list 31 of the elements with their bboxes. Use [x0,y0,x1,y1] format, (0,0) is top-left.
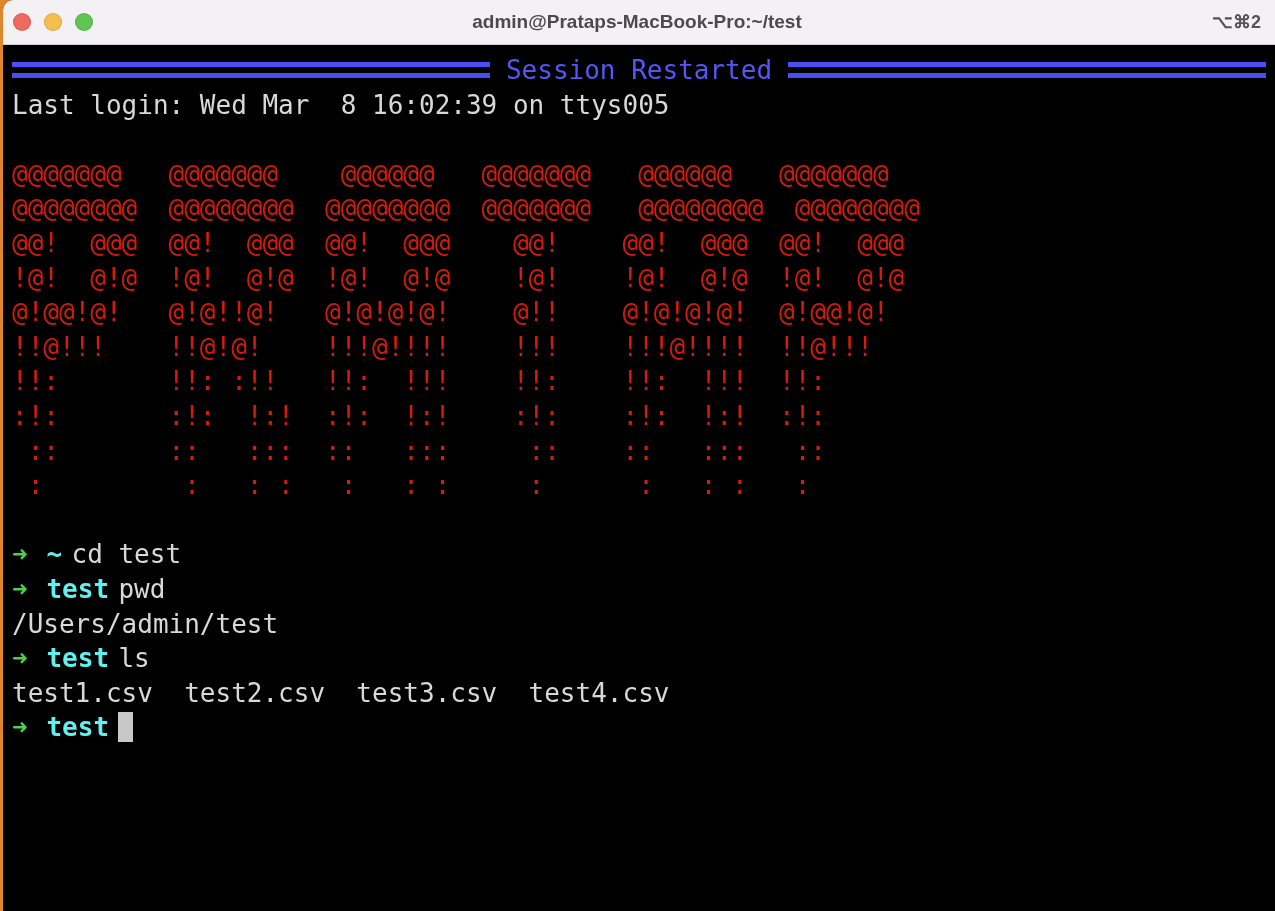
ascii-art-line: !!: !!: :!! !!: !!! !!: !!: !!! !!: [12,366,826,397]
login-text: Last login: Wed Mar 8 16:02:39 on ttys005 [12,89,670,120]
ascii-art-line: @@@@@@@@ @@@@@@@@ @@@@@@@@ @@@@@@@ @@@@@@@@ @@@@@@@@ [12,193,920,224]
close-button[interactable] [13,13,31,31]
zoom-button[interactable] [75,13,93,31]
output-text: /Users/admin/test [12,608,279,639]
minimize-button[interactable] [44,13,62,31]
command-text: ls [118,643,150,674]
ascii-art-line: @@@@@@@ @@@@@@@ @@@@@@ @@@@@@@ @@@@@@ @@@@@@@ [12,158,889,189]
banner-text: Session Restarted [505,54,773,87]
prompt-directory: test [46,712,110,743]
text-cursor [118,712,134,743]
prompt-arrow: ➜ [12,643,28,674]
prompt-arrow: ➜ [12,712,28,743]
ascii-art-line: !!@!!! !!@!@! !!!@!!!! !!! !!!@!!!! !!@!!! [12,331,873,362]
ascii-art-line: :: :: ::: :: ::: :: :: ::: :: [26,435,826,466]
command-text: cd test [71,539,182,570]
ascii-art-line: @!@@!@! @!@!!@! @!@!@!@! @!! @!@!@!@! @!@@!@! [12,297,889,328]
prompt-arrow: ➜ [12,539,28,570]
ascii-art-line: :!: :!: !:! :!: !:! :!: :!: !:! :!: [12,400,826,431]
prompt-directory: test [46,573,110,604]
prompt-directory: test [46,643,110,674]
ascii-art-line: @@! @@@ @@! @@@ @@! @@@ @@! @@! @@@ @@! @@@ [12,227,905,258]
ascii-art-line: !@! @!@ !@! @!@ !@! @!@ !@! !@! @!@ !@! @!@ [12,262,905,293]
shortcut-label: ⌥⌘2 [1211,11,1261,33]
prompt-directory: ~ [46,539,63,570]
prompt-arrow: ➜ [12,573,28,604]
output-text: test1.csv test2.csv test3.csv test4.csv [12,677,670,708]
command-text: pwd [118,573,166,604]
ascii-art-line: : : : : : : : : : : : : [26,470,811,501]
window-title: admin@Prataps-MacBook-Pro:~/test [472,11,802,33]
